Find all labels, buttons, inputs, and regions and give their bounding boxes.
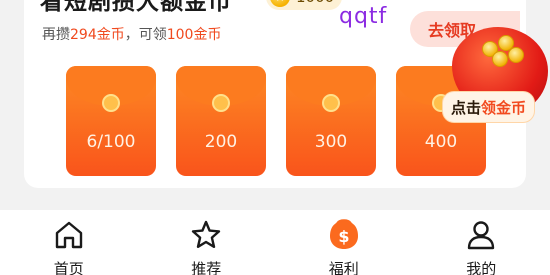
- dollar-coin-icon: $: [326, 218, 362, 252]
- progress-hint-reward: 100金币: [166, 27, 222, 43]
- star-coin-icon: ★: [270, 0, 290, 7]
- nav-item-recommend[interactable]: 推荐: [138, 210, 276, 275]
- red-packet-2[interactable]: 200: [176, 66, 266, 176]
- gold-coin-icon: [508, 47, 524, 63]
- progress-hint: 再攒294金币，可领100金币: [42, 24, 221, 44]
- claim-coins-widget[interactable]: 去领取 点击 领金币: [406, 5, 550, 127]
- red-packet-seal-icon: [102, 94, 120, 112]
- red-packet-3[interactable]: 300: [286, 66, 376, 176]
- progress-hint-remaining: 294金币: [70, 27, 125, 43]
- home-icon: [51, 218, 87, 252]
- bottom-nav: 首页 推荐 $ 福利 我的: [0, 210, 550, 275]
- nav-item-profile[interactable]: 我的: [413, 210, 550, 275]
- claim-cta-accent: 领金币: [481, 98, 527, 117]
- nav-label-profile: 我的: [466, 260, 497, 275]
- nav-label-home: 首页: [53, 260, 84, 275]
- red-packet-seal-icon: [212, 94, 230, 112]
- progress-hint-middle: ，可领: [124, 27, 167, 43]
- coin-balance-amount: 1000: [296, 0, 334, 6]
- claim-coins-button[interactable]: 点击 领金币: [442, 91, 536, 123]
- watermark-text: qqtf: [339, 4, 388, 29]
- gold-coin-icon: [492, 51, 508, 67]
- red-packet-seal-icon: [322, 94, 340, 112]
- svg-text:$: $: [338, 227, 349, 246]
- nav-label-welfare: 福利: [328, 260, 359, 275]
- card-title: 看短剧攒大额金币: [40, 0, 232, 15]
- red-packet-label: 200: [204, 132, 238, 152]
- red-packet-label: 400: [424, 132, 458, 152]
- red-packet-label: 300: [314, 132, 348, 152]
- nav-label-recommend: 推荐: [191, 260, 222, 275]
- claim-cta-prefix: 点击: [451, 98, 482, 117]
- star-icon: [188, 218, 224, 252]
- person-icon: [463, 218, 499, 252]
- red-packet-1[interactable]: 6/100: [66, 66, 156, 176]
- coin-balance-badge[interactable]: ★ 1000: [266, 0, 343, 10]
- nav-item-home[interactable]: 首页: [0, 210, 138, 275]
- progress-hint-prefix: 再攒: [42, 27, 70, 43]
- red-packet-label: 6/100: [86, 132, 136, 152]
- nav-item-welfare[interactable]: $ 福利: [275, 210, 413, 275]
